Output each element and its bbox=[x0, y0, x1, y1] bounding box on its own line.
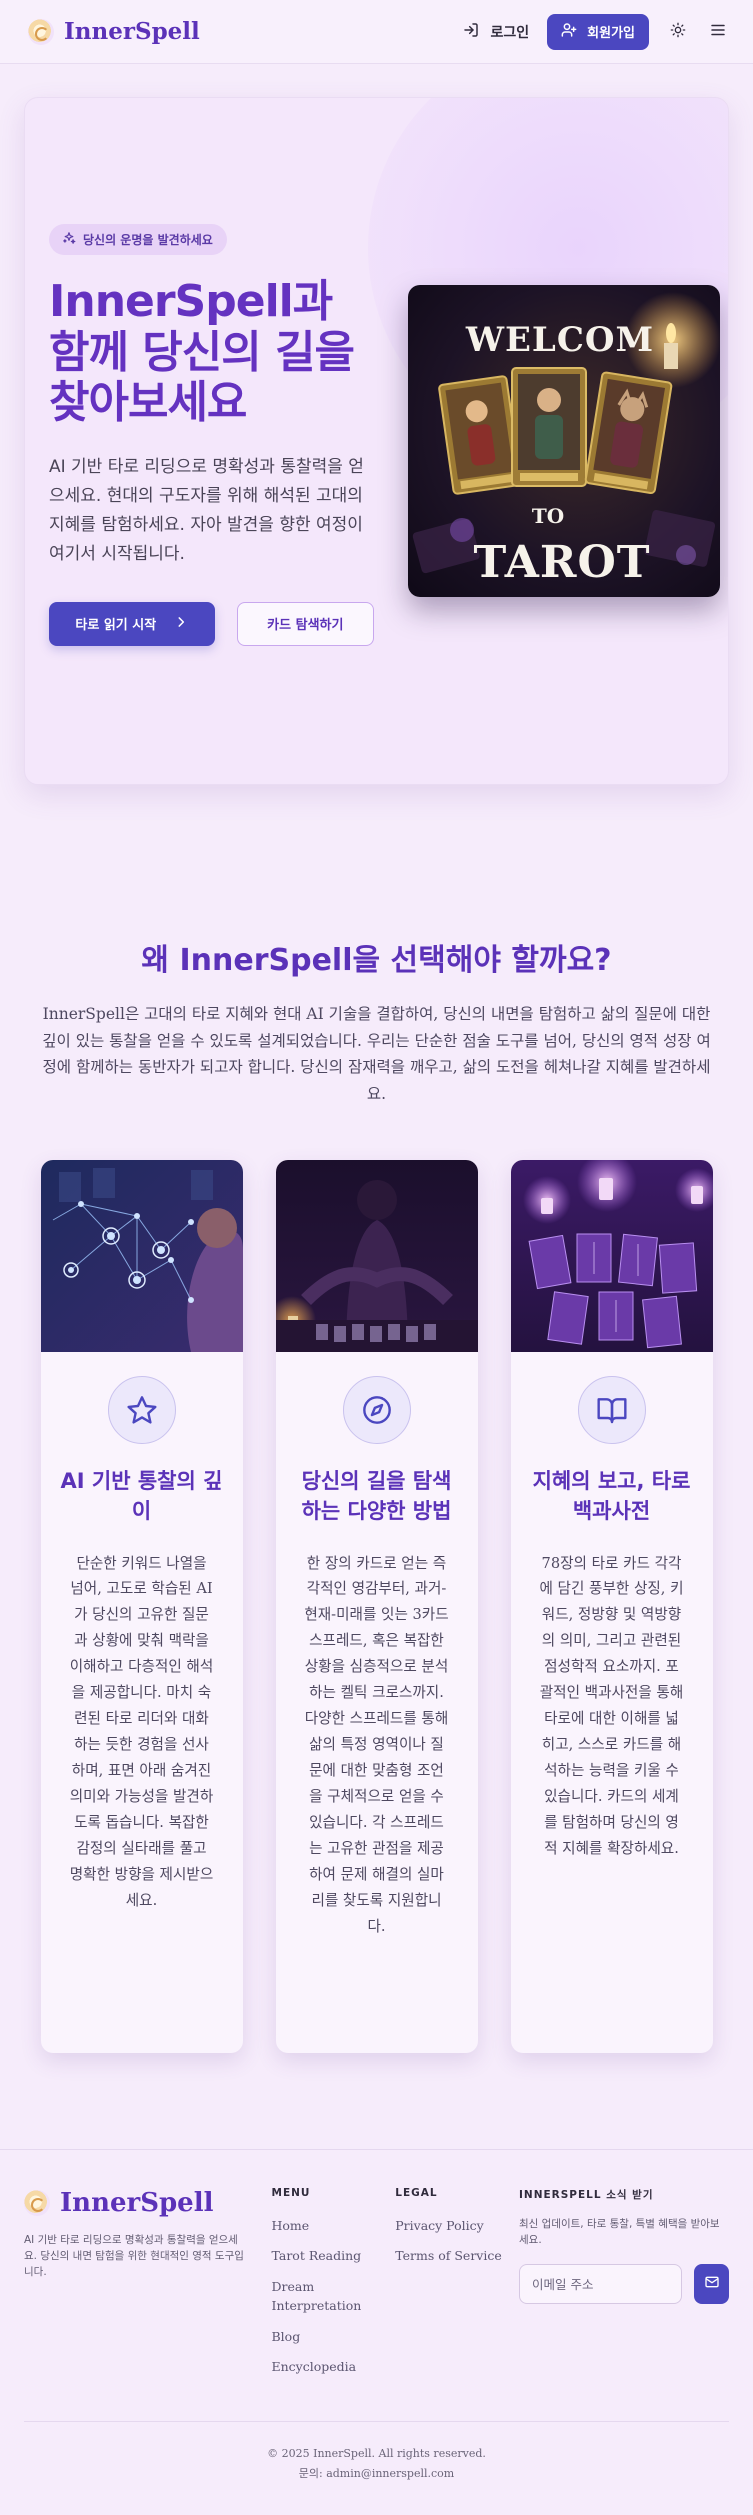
card-title: 당신의 길을 탐색하는 다양한 방법 bbox=[301, 1468, 452, 1524]
newsletter-form bbox=[519, 2264, 729, 2305]
card-title: AI 기반 통찰의 깊이 bbox=[60, 1468, 223, 1524]
sparkles-icon bbox=[62, 231, 76, 248]
card-text: 단순한 키워드 나열을 넘어, 고도로 학습된 AI가 당신의 고유한 질문과 … bbox=[69, 1554, 214, 1910]
footer-link-home[interactable]: Home bbox=[272, 2217, 396, 2236]
log-in-icon bbox=[463, 22, 479, 42]
login-label: 로그인 bbox=[490, 24, 530, 41]
newsletter-text: 최신 업데이트, 타로 통찰, 특별 혜택을 받아보세요. bbox=[519, 2217, 720, 2246]
menu-button[interactable] bbox=[707, 21, 729, 43]
footer-legal-title: LEGAL bbox=[395, 2186, 438, 2199]
mail-icon bbox=[704, 2274, 720, 2294]
start-reading-label: 타로 읽기 시작 bbox=[75, 618, 157, 634]
start-reading-button[interactable]: 타로 읽기 시작 bbox=[49, 601, 215, 646]
spreads-image bbox=[275, 1159, 478, 1352]
footer-brand: InnerSpell AI 기반 타로 리딩으로 명확성과 통찰력을 얻으세요.… bbox=[24, 2187, 272, 2390]
hero-title: InnerSpell과 함께 당신의 길을 찾아보세요 bbox=[49, 276, 355, 429]
why-description: InnerSpell은 고대의 타로 지혜와 현대 AI 기술을 결합하여, 당… bbox=[42, 1005, 711, 1103]
hero-buttons: 타로 읽기 시작 카드 탐색하기 bbox=[49, 601, 374, 646]
footer-brand-link[interactable]: InnerSpell bbox=[24, 2188, 272, 2218]
copyright-text: © 2025 InnerSpell. All rights reserved. bbox=[267, 2447, 486, 2461]
welcome-to-tarot-image: WELCOM TO TAROT bbox=[408, 285, 720, 597]
image-text-tarot: TAROT bbox=[473, 537, 650, 588]
footer-link-blog[interactable]: Blog bbox=[272, 2328, 396, 2347]
menu-icon bbox=[709, 21, 727, 43]
user-plus-icon bbox=[561, 22, 577, 42]
footer-bottom: © 2025 InnerSpell. All rights reserved. … bbox=[24, 2421, 729, 2515]
why-section: 왜 InnerSpell을 선택해야 할까요? InnerSpell은 고대의 … bbox=[0, 785, 753, 2053]
newsletter-submit-button[interactable] bbox=[694, 2264, 729, 2305]
brand-link[interactable]: InnerSpell bbox=[28, 18, 200, 45]
footer-link-dream-interpretation[interactable]: Dream Interpretation bbox=[272, 2278, 396, 2316]
hero-card: 당신의 운명을 발견하세요 InnerSpell과 함께 당신의 길을 찾아보세… bbox=[24, 97, 729, 785]
why-title: 왜 InnerSpell을 선택해야 할까요? bbox=[141, 943, 612, 978]
newsletter-title: INNERSPELL 소식 받기 bbox=[519, 2188, 654, 2201]
hero-content: 당신의 운명을 발견하세요 InnerSpell과 함께 당신의 길을 찾아보세… bbox=[49, 224, 374, 646]
footer-columns: InnerSpell AI 기반 타로 리딩으로 명확성과 통찰력을 얻으세요.… bbox=[24, 2187, 729, 2390]
explore-cards-label: 카드 탐색하기 bbox=[267, 618, 344, 634]
book-open-icon bbox=[577, 1375, 646, 1444]
hero-pill: 당신의 운명을 발견하세요 bbox=[49, 224, 227, 255]
footer-link-terms[interactable]: Terms of Service bbox=[395, 2247, 519, 2266]
image-text-welcome: WELCOM bbox=[465, 320, 654, 360]
newsletter-email-input[interactable] bbox=[519, 2264, 682, 2305]
footer-link-privacy[interactable]: Privacy Policy bbox=[395, 2217, 519, 2236]
encyclopedia-image bbox=[510, 1159, 713, 1352]
card-text: 78장의 타로 카드 각각에 담긴 풍부한 상징, 키워드, 정방향 및 역방향… bbox=[539, 1554, 684, 1858]
explore-cards-button[interactable]: 카드 탐색하기 bbox=[236, 601, 374, 646]
feature-card-encyclopedia: 지혜의 보고, 타로 백과사전 78장의 타로 카드 각각에 담긴 풍부한 상징… bbox=[510, 1159, 713, 2053]
footer-link-tarot-reading[interactable]: Tarot Reading bbox=[272, 2247, 396, 2266]
footer-legal: LEGAL Privacy Policy Terms of Service bbox=[395, 2187, 519, 2390]
card-title: 지혜의 보고, 타로 백과사전 bbox=[532, 1468, 691, 1524]
hero-pill-label: 당신의 운명을 발견하세요 bbox=[83, 233, 213, 247]
login-button[interactable]: 로그인 bbox=[463, 22, 530, 42]
brand-logo-icon bbox=[24, 2189, 50, 2216]
signup-button[interactable]: 회원가입 bbox=[547, 13, 649, 50]
footer-description: AI 기반 타로 리딩으로 명확성과 통찰력을 얻으세요. 당신의 내면 탐험을… bbox=[24, 2233, 244, 2279]
footer-menu-title: MENU bbox=[271, 2186, 311, 2199]
hero-section: 당신의 운명을 발견하세요 InnerSpell과 함께 당신의 길을 찾아보세… bbox=[0, 64, 753, 785]
footer-newsletter: INNERSPELL 소식 받기 최신 업데이트, 타로 통찰, 특별 혜택을 … bbox=[519, 2187, 729, 2390]
image-text-to: TO bbox=[532, 504, 564, 528]
contact-text: 문의: admin@innerspell.com bbox=[298, 2467, 455, 2481]
sun-icon bbox=[670, 22, 686, 42]
compass-icon bbox=[342, 1375, 411, 1444]
signup-label: 회원가입 bbox=[587, 26, 635, 41]
site-footer: InnerSpell AI 기반 타로 리딩으로 명확성과 통찰력을 얻으세요.… bbox=[0, 2148, 753, 2515]
chevron-right-icon bbox=[174, 615, 188, 633]
star-icon bbox=[107, 1375, 176, 1444]
header-actions: 로그인 회원가입 bbox=[463, 13, 729, 50]
site-header: InnerSpell 로그인 회원가입 bbox=[0, 0, 753, 64]
footer-brand-name: InnerSpell bbox=[60, 2187, 214, 2218]
feature-card-spreads: 당신의 길을 탐색하는 다양한 방법 한 장의 카드로 얻는 즉각적인 영감부터… bbox=[275, 1159, 478, 2053]
footer-link-encyclopedia[interactable]: Encyclopedia bbox=[272, 2358, 396, 2377]
card-text: 한 장의 카드로 얻는 즉각적인 영감부터, 과거-현재-미래를 잇는 3카드 … bbox=[304, 1554, 449, 1936]
feature-card-ai-insight: AI 기반 통찰의 깊이 단순한 키워드 나열을 넘어, 고도로 학습된 AI가… bbox=[40, 1159, 243, 2053]
feature-cards: AI 기반 통찰의 깊이 단순한 키워드 나열을 넘어, 고도로 학습된 AI가… bbox=[24, 1159, 729, 2053]
ai-insight-image bbox=[40, 1159, 243, 1352]
brand-logo-icon bbox=[28, 18, 54, 45]
hero-description: AI 기반 타로 리딩으로 명확성과 통찰력을 얻으세요. 현대의 구도자를 위… bbox=[49, 456, 364, 565]
theme-toggle-button[interactable] bbox=[667, 21, 689, 43]
brand-name: InnerSpell bbox=[64, 18, 200, 45]
footer-menu: MENU Home Tarot Reading Dream Interpreta… bbox=[272, 2187, 396, 2390]
